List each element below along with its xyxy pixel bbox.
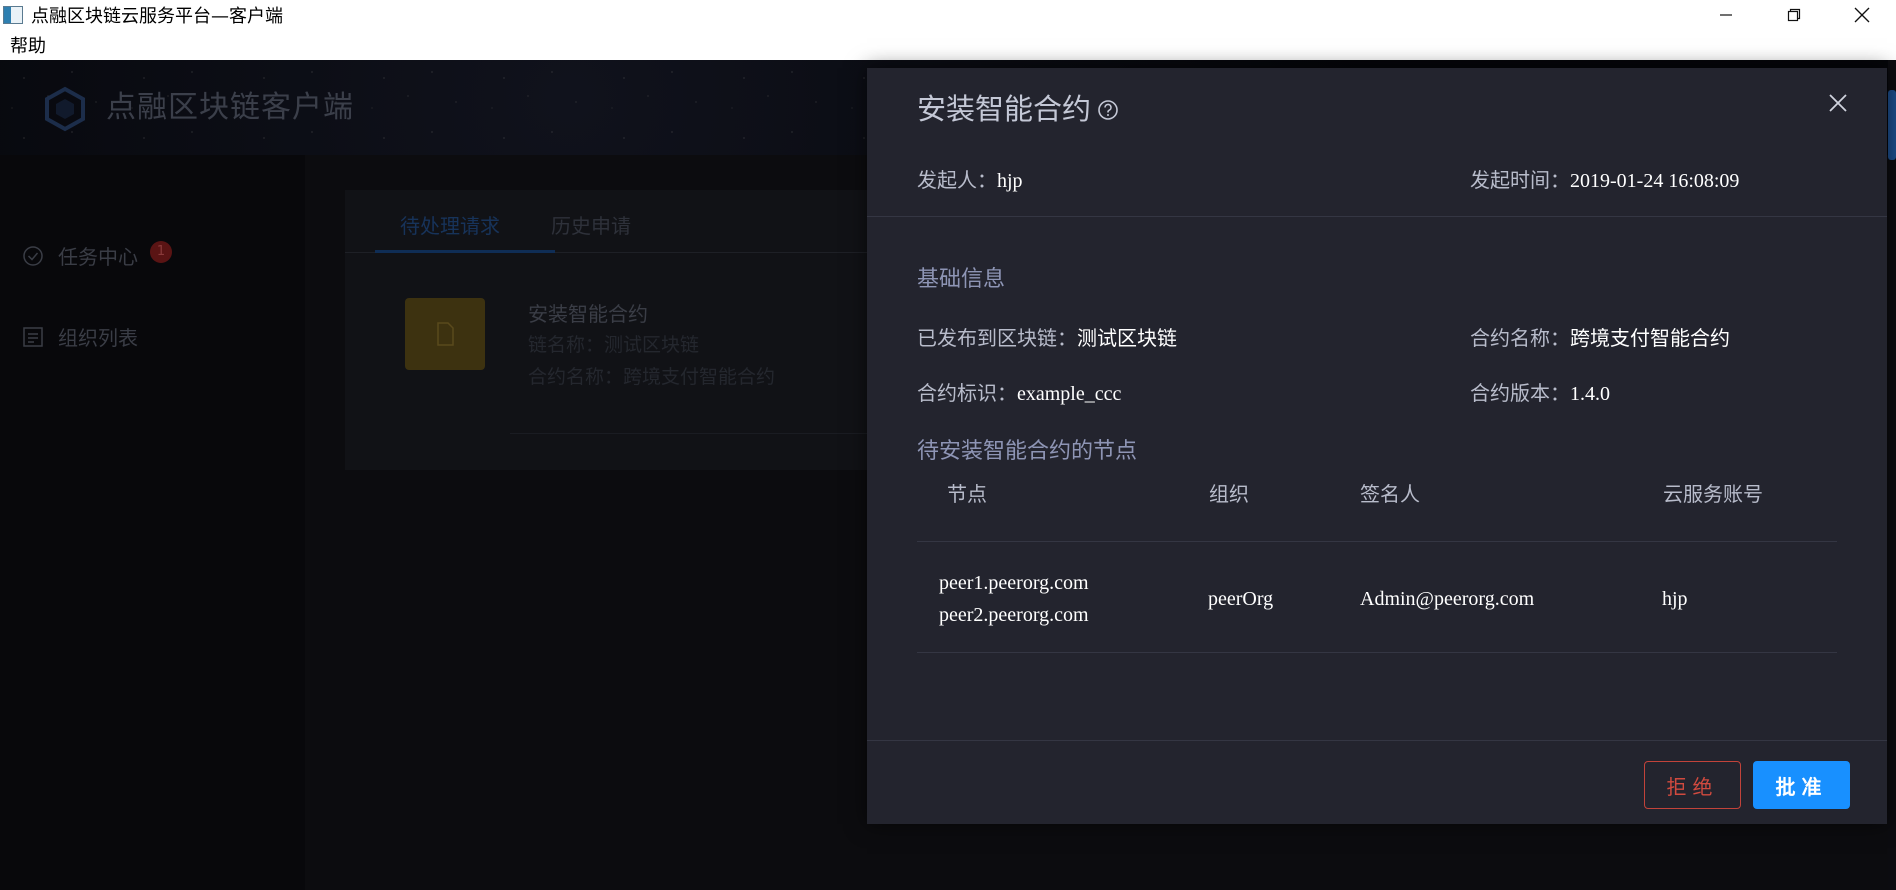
- menu-help[interactable]: 帮助: [0, 32, 56, 58]
- scrollbar-thumb[interactable]: [1888, 90, 1896, 160]
- dialog-title-text: 安装智能合约: [917, 92, 1092, 126]
- minimize-button[interactable]: [1692, 0, 1760, 30]
- restore-icon: [1787, 8, 1801, 22]
- initiator-value: hjp: [997, 170, 1023, 192]
- list-icon: [22, 326, 44, 348]
- contract-name-value: 跨境支付智能合约: [1570, 326, 1730, 350]
- version-value: 1.4.0: [1570, 383, 1610, 405]
- divider: [917, 541, 1837, 542]
- chain-value: 测试区块链: [1077, 326, 1177, 350]
- published-chain: 已发布到区块链：测试区块链: [917, 322, 1177, 351]
- scrollbar[interactable]: [1888, 60, 1896, 890]
- dialog-footer: 拒绝 批准: [867, 740, 1887, 824]
- initiated-time: 发起时间：2019-01-24 16:08:09: [1470, 164, 1739, 193]
- contract-id-label: 合约标识：: [917, 381, 1017, 405]
- sidebar-item-task-center[interactable]: 任务中心 1: [22, 240, 172, 270]
- request-title[interactable]: 安装智能合约: [528, 298, 648, 327]
- dialog-close-icon[interactable]: [1827, 92, 1849, 114]
- basic-info-title: 基础信息: [917, 267, 1006, 292]
- request-icon-tile[interactable]: [405, 298, 485, 370]
- check-circle-icon: [22, 245, 44, 267]
- sidebar-item-label: 组织列表: [58, 326, 138, 350]
- window-titlebar: 点融区块链云服务平台—客户端: [0, 0, 1896, 30]
- sidebar-item-org-list[interactable]: 组织列表: [22, 322, 138, 351]
- request-contract: 合约名称：跨境支付智能合约: [528, 366, 776, 388]
- column-header-node: 节点: [947, 482, 987, 506]
- contract-name: 合约名称：跨境支付智能合约: [1470, 322, 1730, 351]
- divider: [917, 652, 1837, 653]
- tab-history[interactable]: 历史申请: [551, 210, 631, 239]
- reject-button[interactable]: 拒绝: [1644, 761, 1741, 809]
- sidebar: 任务中心 1 组织列表: [0, 155, 305, 890]
- nodes-section-title: 待安装智能合约的节点: [917, 439, 1138, 464]
- time-label: 发起时间：: [1470, 168, 1570, 192]
- time-value: 2019-01-24 16:08:09: [1570, 170, 1740, 192]
- initiator: 发起人：hjp: [917, 164, 1023, 193]
- window-controls: [1692, 0, 1896, 30]
- initiator-label: 发起人：: [917, 168, 997, 192]
- signer-cell: Admin@peerorg.com: [1360, 588, 1535, 610]
- divider: [867, 216, 1887, 217]
- column-header-account: 云服务账号: [1663, 482, 1763, 506]
- tab-pending-requests[interactable]: 待处理请求: [400, 210, 500, 239]
- node-name: peer1.peerorg.com: [939, 572, 1089, 594]
- restore-button[interactable]: [1760, 0, 1828, 30]
- app-logo-icon: [45, 86, 85, 132]
- close-icon: [1854, 7, 1870, 23]
- active-tab-indicator: [375, 250, 555, 253]
- org-cell: peerOrg: [1208, 588, 1274, 610]
- column-header-signer: 签名人: [1360, 482, 1420, 506]
- chain-label: 已发布到区块链：: [917, 326, 1077, 350]
- dialog-title: 安装智能合约: [917, 86, 1119, 128]
- request-chain: 链名称：测试区块链: [528, 334, 700, 356]
- app-name: 点融区块链客户端: [106, 90, 354, 125]
- contract-id-value: example_ccc: [1017, 383, 1122, 405]
- install-contract-dialog: 安装智能合约 发起人：hjp 发起时间：2019-01-24 16:08:09 …: [867, 68, 1887, 824]
- window-close-button[interactable]: [1828, 0, 1896, 30]
- sidebar-item-label: 任务中心: [58, 245, 138, 269]
- minimize-icon: [1720, 14, 1732, 16]
- document-icon: [437, 322, 454, 346]
- approve-button[interactable]: 批准: [1753, 761, 1850, 809]
- node-name: peer2.peerorg.com: [939, 604, 1089, 626]
- contract-name-label: 合约名称：: [1470, 326, 1570, 350]
- window-title: 点融区块链云服务平台—客户端: [31, 6, 283, 27]
- help-icon[interactable]: [1097, 99, 1119, 121]
- account-cell: hjp: [1662, 588, 1688, 610]
- version-label: 合约版本：: [1470, 381, 1570, 405]
- contract-version: 合约版本：1.4.0: [1470, 377, 1610, 406]
- column-header-org: 组织: [1209, 482, 1249, 506]
- notification-badge: 1: [150, 240, 172, 263]
- contract-id: 合约标识：example_ccc: [917, 377, 1121, 406]
- menubar: 帮助: [0, 30, 1896, 60]
- app-window-icon: [3, 6, 23, 24]
